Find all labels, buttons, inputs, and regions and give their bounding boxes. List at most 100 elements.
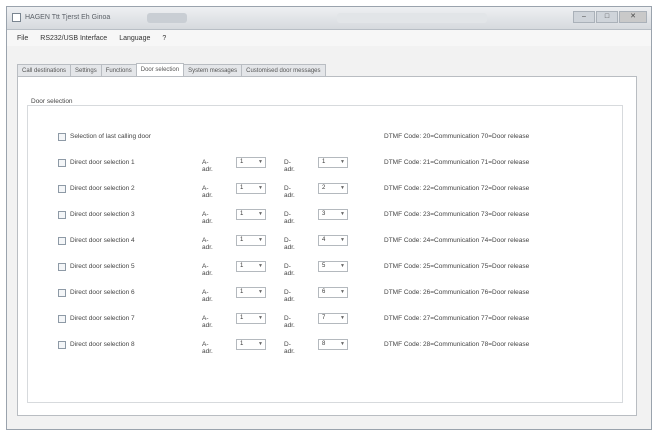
- dtmf-code-2: DTMF Code: 22=Communication 72=Door rele…: [384, 185, 530, 192]
- direct-door-label-7: Direct door selection 7: [70, 315, 135, 322]
- tab-customised-door-messages[interactable]: Customised door messages: [241, 64, 326, 76]
- chevron-down-icon: ▼: [340, 263, 345, 269]
- window-title: HAGEN Ttt Tjerst Eh Ginoa: [25, 14, 111, 21]
- a-adr-label-6: A-adr.: [202, 289, 213, 303]
- d-adr-select-6[interactable]: 6 ▼: [318, 287, 348, 298]
- tab-call-destinations[interactable]: Call destinations: [17, 64, 72, 76]
- d-adr-value-8: 8: [322, 341, 326, 347]
- d-adr-label-5: D-adr.: [284, 263, 295, 277]
- tab-door-selection[interactable]: Door selection: [135, 63, 185, 76]
- title-blur-2: [337, 13, 487, 23]
- chevron-down-icon: ▼: [340, 237, 345, 243]
- last-door-label: Selection of last calling door: [70, 133, 151, 140]
- d-adr-select-2[interactable]: 2 ▼: [318, 183, 348, 194]
- menu-bar: File RS232/USB Interface Language ?: [7, 30, 651, 46]
- direct-door-checkbox-5[interactable]: [58, 263, 66, 271]
- a-adr-select-1[interactable]: 1 ▼: [236, 157, 266, 168]
- dtmf-code-7: DTMF Code: 27=Communication 77=Door rele…: [384, 315, 530, 322]
- chevron-down-icon: ▼: [258, 211, 263, 217]
- a-adr-select-4[interactable]: 1 ▼: [236, 235, 266, 246]
- tab-functions[interactable]: Functions: [100, 64, 137, 76]
- d-adr-select-7[interactable]: 7 ▼: [318, 313, 348, 324]
- direct-door-checkbox-7[interactable]: [58, 315, 66, 323]
- dtmf-code-6: DTMF Code: 26=Communication 76=Door rele…: [384, 289, 530, 296]
- a-adr-value-5: 1: [240, 263, 244, 269]
- direct-door-checkbox-6[interactable]: [58, 289, 66, 297]
- direct-door-checkbox-2[interactable]: [58, 185, 66, 193]
- a-adr-select-8[interactable]: 1 ▼: [236, 339, 266, 350]
- dtmf-code-3: DTMF Code: 23=Communication 73=Door rele…: [384, 211, 530, 218]
- d-adr-value-2: 2: [322, 185, 326, 191]
- dtmf-code-8: DTMF Code: 28=Communication 78=Door rele…: [384, 341, 530, 348]
- menu-language[interactable]: Language: [119, 35, 150, 42]
- chevron-down-icon: ▼: [340, 159, 345, 165]
- a-adr-value-4: 1: [240, 237, 244, 243]
- a-adr-select-3[interactable]: 1 ▼: [236, 209, 266, 220]
- d-adr-select-3[interactable]: 3 ▼: [318, 209, 348, 220]
- dtmf-code-1: DTMF Code: 21=Communication 71=Door rele…: [384, 159, 530, 166]
- d-adr-select-1[interactable]: 1 ▼: [318, 157, 348, 168]
- d-adr-value-1: 1: [322, 159, 326, 165]
- direct-door-label-5: Direct door selection 5: [70, 263, 135, 270]
- a-adr-value-8: 1: [240, 341, 244, 347]
- d-adr-value-6: 6: [322, 289, 326, 295]
- d-adr-label-2: D-adr.: [284, 185, 295, 199]
- a-adr-select-7[interactable]: 1 ▼: [236, 313, 266, 324]
- d-adr-select-8[interactable]: 8 ▼: [318, 339, 348, 350]
- d-adr-label-4: D-adr.: [284, 237, 295, 251]
- d-adr-label-8: D-adr.: [284, 341, 295, 355]
- direct-door-checkbox-4[interactable]: [58, 237, 66, 245]
- chevron-down-icon: ▼: [258, 315, 263, 321]
- close-button[interactable]: ✕: [619, 11, 647, 23]
- door-selection-group: [27, 105, 623, 403]
- direct-door-label-8: Direct door selection 8: [70, 341, 135, 348]
- minimize-button[interactable]: –: [573, 11, 595, 23]
- d-adr-select-4[interactable]: 4 ▼: [318, 235, 348, 246]
- window-controls: – □ ✕: [573, 11, 647, 23]
- chevron-down-icon: ▼: [340, 341, 345, 347]
- chevron-down-icon: ▼: [340, 185, 345, 191]
- direct-door-checkbox-8[interactable]: [58, 341, 66, 349]
- title-bar: HAGEN Ttt Tjerst Eh Ginoa – □ ✕: [7, 7, 651, 30]
- tab-system-messages[interactable]: System messages: [183, 64, 243, 76]
- a-adr-select-2[interactable]: 1 ▼: [236, 183, 266, 194]
- chevron-down-icon: ▼: [258, 237, 263, 243]
- d-adr-value-5: 5: [322, 263, 326, 269]
- tab-strip: Call destinations Settings Functions Doo…: [17, 63, 326, 76]
- direct-door-checkbox-1[interactable]: [58, 159, 66, 167]
- a-adr-value-1: 1: [240, 159, 244, 165]
- direct-door-checkbox-3[interactable]: [58, 211, 66, 219]
- chevron-down-icon: ▼: [340, 315, 345, 321]
- chevron-down-icon: ▼: [340, 289, 345, 295]
- d-adr-value-3: 3: [322, 211, 326, 217]
- a-adr-value-7: 1: [240, 315, 244, 321]
- a-adr-label-8: A-adr.: [202, 341, 213, 355]
- d-adr-value-7: 7: [322, 315, 326, 321]
- d-adr-label-7: D-adr.: [284, 315, 295, 329]
- title-blur: [147, 13, 187, 23]
- a-adr-label-2: A-adr.: [202, 185, 213, 199]
- a-adr-value-6: 1: [240, 289, 244, 295]
- menu-interface[interactable]: RS232/USB Interface: [40, 35, 107, 42]
- maximize-button[interactable]: □: [596, 11, 618, 23]
- direct-door-label-3: Direct door selection 3: [70, 211, 135, 218]
- d-adr-select-5[interactable]: 5 ▼: [318, 261, 348, 272]
- d-adr-label-6: D-adr.: [284, 289, 295, 303]
- group-title: Door selection: [28, 98, 76, 105]
- dtmf-code-4: DTMF Code: 24=Communication 74=Door rele…: [384, 237, 530, 244]
- a-adr-label-3: A-adr.: [202, 211, 213, 225]
- app-icon: [12, 13, 21, 22]
- a-adr-select-5[interactable]: 1 ▼: [236, 261, 266, 272]
- app-window: HAGEN Ttt Tjerst Eh Ginoa – □ ✕ File RS2…: [6, 6, 652, 430]
- menu-help[interactable]: ?: [162, 35, 166, 42]
- chevron-down-icon: ▼: [258, 263, 263, 269]
- tab-settings[interactable]: Settings: [70, 64, 102, 76]
- last-door-checkbox[interactable]: [58, 133, 66, 141]
- menu-file[interactable]: File: [17, 35, 28, 42]
- d-adr-label-3: D-adr.: [284, 211, 295, 225]
- a-adr-label-1: A-adr.: [202, 159, 213, 173]
- tab-panel: Door selection Selection of last calling…: [17, 76, 637, 416]
- a-adr-value-2: 1: [240, 185, 244, 191]
- a-adr-label-4: A-adr.: [202, 237, 213, 251]
- a-adr-select-6[interactable]: 1 ▼: [236, 287, 266, 298]
